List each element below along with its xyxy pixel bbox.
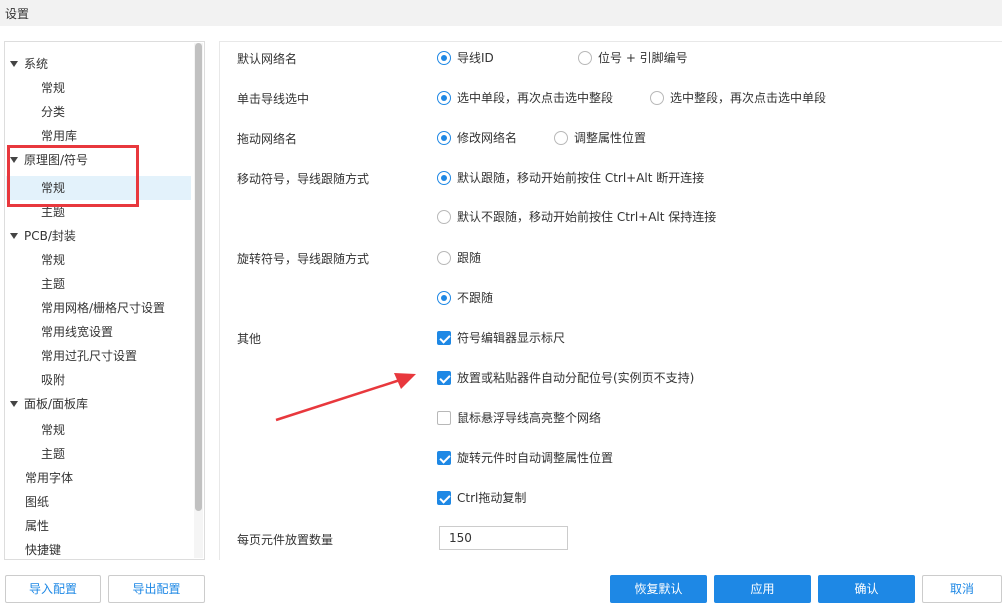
tree-item-panel-theme[interactable]: 主题: [41, 443, 65, 465]
checkbox-hover-highlight-net[interactable]: 鼠标悬浮导线高亮整个网络: [437, 410, 601, 426]
tree-item-pcb-via-size[interactable]: 常用过孔尺寸设置: [41, 345, 137, 367]
radio-move-follow[interactable]: 默认跟随，移动开始前按住 Ctrl+Alt 断开连接: [437, 170, 704, 186]
expand-arrow-icon[interactable]: [10, 232, 18, 239]
tree-item-panel-library[interactable]: 面板/面板库: [10, 393, 88, 415]
expand-arrow-icon[interactable]: [10, 60, 18, 67]
settings-sidebar: 系统 常规 分类 常用库 原理图/符号 常规 主题 PCB/封装 常规 主题 常…: [4, 41, 205, 560]
radio-net-name-designator-pin[interactable]: 位号 + 引脚编号: [578, 50, 688, 66]
window-title: 设置: [5, 7, 30, 21]
checkbox-rotate-adjust-property[interactable]: 旋转元件时自动调整属性位置: [437, 450, 613, 466]
checkbox-checked-icon[interactable]: [437, 490, 451, 505]
radio-selected-icon[interactable]: [437, 170, 451, 185]
tree-item-pcb-grid-size[interactable]: 常用网格/栅格尺寸设置: [41, 297, 165, 319]
tree-item-system-category[interactable]: 分类: [41, 101, 65, 123]
click-wire-select-label: 单击导线选中: [237, 92, 310, 106]
move-symbol-wire-label: 移动符号，导线跟随方式: [237, 172, 370, 186]
settings-content: [219, 41, 1002, 560]
confirm-button[interactable]: 确认: [818, 575, 915, 603]
radio-selected-icon[interactable]: [437, 290, 451, 305]
checkbox-checked-icon[interactable]: [437, 330, 451, 345]
checkbox-checked-icon[interactable]: [437, 450, 451, 465]
annotation-arrow-icon: [275, 373, 416, 422]
tree-item-properties[interactable]: 属性: [25, 515, 49, 537]
title-bar: 设置: [0, 0, 1002, 26]
radio-unselected-icon[interactable]: [578, 50, 592, 65]
radio-net-name-wire-id[interactable]: 导线ID: [437, 50, 494, 66]
radio-rotate-follow[interactable]: 跟随: [437, 250, 481, 266]
radio-modify-net-name[interactable]: 修改网络名: [437, 130, 517, 146]
apply-button[interactable]: 应用: [714, 575, 811, 603]
radio-selected-icon[interactable]: [437, 130, 451, 145]
checkbox-checked-icon[interactable]: [437, 370, 451, 385]
cancel-button[interactable]: 取消: [922, 575, 1002, 603]
tree-item-pcb-theme[interactable]: 主题: [41, 273, 65, 295]
checkbox-unchecked-icon[interactable]: [437, 410, 451, 425]
sidebar-scrollbar[interactable]: [194, 43, 203, 558]
drag-net-name-label: 拖动网络名: [237, 132, 298, 146]
radio-unselected-icon[interactable]: [437, 209, 451, 224]
parts-per-page-label: 每页元件放置数量: [237, 533, 334, 547]
export-config-button[interactable]: 导出配置: [108, 575, 205, 603]
tree-item-system-general[interactable]: 常规: [41, 77, 65, 99]
expand-arrow-icon[interactable]: [10, 400, 18, 407]
checkbox-ctrl-drag-copy[interactable]: Ctrl拖动复制: [437, 490, 526, 506]
tree-item-system[interactable]: 系统: [10, 53, 48, 75]
radio-move-not-follow[interactable]: 默认不跟随，移动开始前按住 Ctrl+Alt 保持连接: [437, 209, 716, 225]
tree-item-panel-general[interactable]: 常规: [41, 419, 65, 441]
checkbox-symbol-editor-ruler[interactable]: 符号编辑器显示标尺: [437, 330, 565, 346]
rotate-symbol-wire-label: 旋转符号，导线跟随方式: [237, 252, 370, 266]
radio-adjust-property-position[interactable]: 调整属性位置: [554, 130, 646, 146]
radio-selected-icon[interactable]: [437, 50, 451, 65]
checkbox-auto-assign-designator[interactable]: 放置或粘贴器件自动分配位号(实例页不支持): [437, 370, 694, 386]
tree-item-common-fonts[interactable]: 常用字体: [25, 467, 73, 489]
radio-selected-icon[interactable]: [437, 90, 451, 105]
reset-default-button[interactable]: 恢复默认: [610, 575, 707, 603]
highlight-box-annotation: [7, 145, 139, 207]
parts-per-page-input[interactable]: [439, 526, 568, 550]
other-label: 其他: [237, 332, 262, 346]
tree-item-pcb-line-width[interactable]: 常用线宽设置: [41, 321, 113, 343]
sidebar-scrollbar-thumb[interactable]: [195, 43, 202, 511]
radio-select-single-segment[interactable]: 选中单段，再次点击选中整段: [437, 90, 613, 106]
default-net-name-label: 默认网络名: [237, 52, 298, 66]
radio-unselected-icon[interactable]: [437, 250, 451, 265]
tree-item-drawing[interactable]: 图纸: [25, 491, 49, 513]
tree-item-pcb-snap[interactable]: 吸附: [41, 369, 65, 391]
import-config-button[interactable]: 导入配置: [5, 575, 101, 603]
radio-unselected-icon[interactable]: [650, 90, 664, 105]
radio-rotate-not-follow[interactable]: 不跟随: [437, 290, 493, 306]
tree-item-pcb-footprint[interactable]: PCB/封装: [10, 225, 76, 247]
tree-item-pcb-general[interactable]: 常规: [41, 249, 65, 271]
tree-item-shortcuts[interactable]: 快捷键: [25, 539, 61, 559]
radio-unselected-icon[interactable]: [554, 130, 568, 145]
radio-select-whole-wire[interactable]: 选中整段，再次点击选中单段: [650, 90, 826, 106]
tree-item-system-common-lib[interactable]: 常用库: [41, 125, 77, 147]
